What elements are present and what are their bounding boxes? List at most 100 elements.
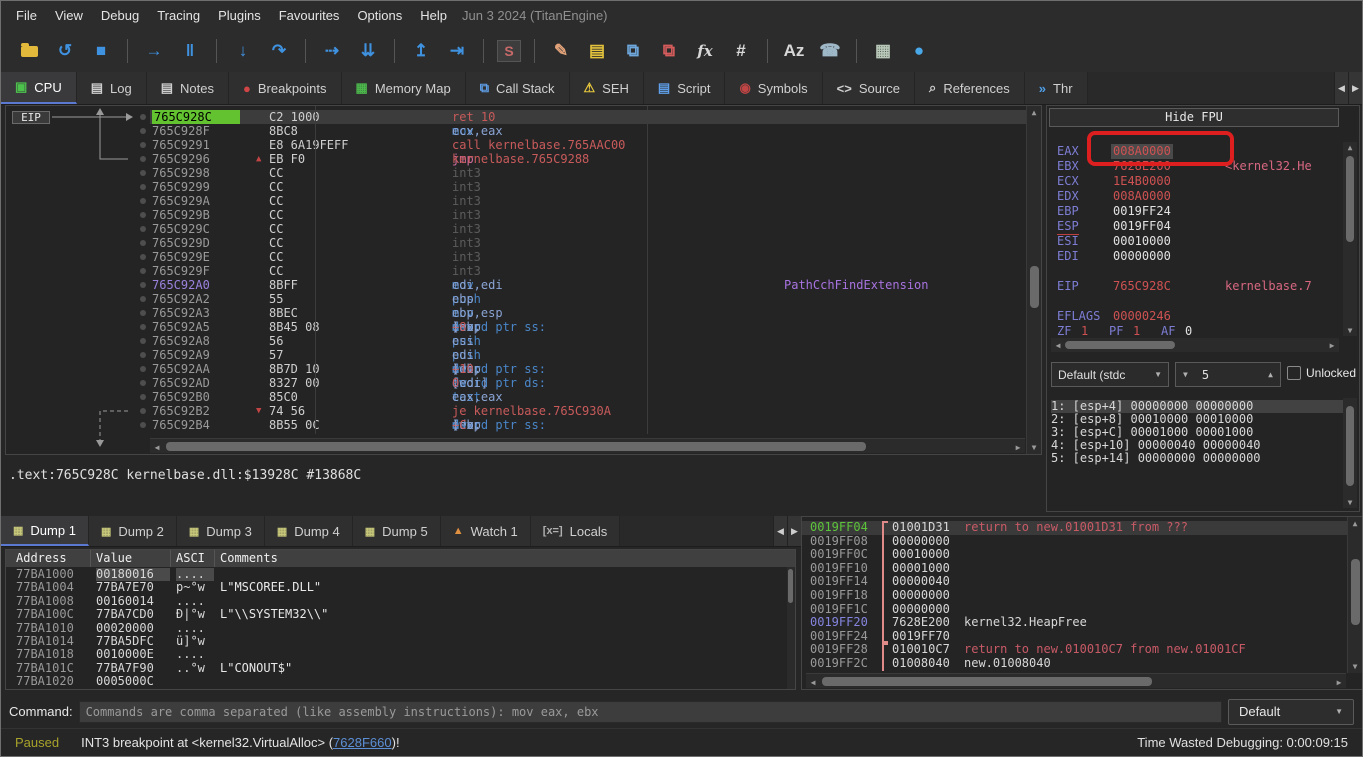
step-into-icon[interactable]: ↓ [230,40,256,62]
patch-icon[interactable]: ✎ [548,40,574,62]
tab-source[interactable]: <>Source [823,72,915,104]
menu-plugins[interactable]: Plugins [209,4,270,27]
unlocked-checkbox[interactable] [1287,366,1301,380]
dump-row[interactable]: 77BA101477BA5DFCü]°w [6,635,795,648]
label-icon[interactable]: ⧉ [620,40,646,62]
disasm-row[interactable]: 765C92A58B45 08mov eax,dword ptr ss:[ebp… [136,320,1029,334]
disasm-row[interactable]: 765C929CCCint3 [136,222,1029,236]
stack-vscrollbar[interactable]: ▲ ▼ [1347,517,1362,673]
comment-icon[interactable]: ▤ [584,40,610,62]
tab-script[interactable]: ▤Script [644,72,726,104]
tab-log[interactable]: ▤Log [77,72,147,104]
restart-icon[interactable]: ↺ [52,40,78,62]
stack-row[interactable]: 0019FF240019FF70 [802,630,1362,644]
stack-row[interactable]: 0019FF28010010C7return to new.010010C7 f… [802,643,1362,657]
tab-scroll-right-icon[interactable]: ▶ [1348,72,1362,104]
function-icon[interactable]: fx [692,40,718,62]
disasm-hscrollbar[interactable]: ◀ ▶ [150,438,1025,453]
register-row[interactable]: ESI00010000 [1047,234,1359,249]
args-vscrollbar[interactable]: ▼ [1343,398,1357,508]
register-row[interactable]: EBP0019FF24 [1047,204,1359,219]
disasm-row[interactable]: 765C929ACCint3 [136,194,1029,208]
menu-debug[interactable]: Debug [92,4,148,27]
stack-row[interactable]: 0019FF1400000040 [802,575,1362,589]
spinner-up-icon[interactable]: ▲ [1268,370,1273,379]
disasm-row[interactable]: 765C9291E8 6A19FEFFcall kernelbase.765AA… [136,138,1029,152]
stack-panel[interactable]: 0019FF0401001D31return to new.01001D31 f… [801,516,1363,690]
stack-arg-row[interactable]: 5: [esp+14] 00000000 00000000 [1051,452,1261,465]
dump-row[interactable]: 77BA100C77BA7CD0Ð|°wL"\\SYSTEM32\\" [6,608,795,621]
register-row[interactable]: ECX1E4B0000 [1047,174,1359,189]
tab-dump-1[interactable]: ▦Dump 1 [1,516,89,546]
register-row[interactable]: EIP765C928Ckernelbase.7 [1047,279,1359,294]
disasm-row[interactable]: 765C929ECCint3 [136,250,1029,264]
tab-cpu[interactable]: ▣CPU [1,72,77,104]
dump-row[interactable]: 77BA100000180016.... [6,568,795,581]
stack-row[interactable]: 0019FF2C01008040new.01008040 [802,657,1362,671]
tab-scroll-right-icon[interactable]: ▶ [787,516,801,546]
registers-vscrollbar[interactable]: ▲ ▼ [1343,142,1357,336]
stack-row[interactable]: 0019FF0C00010000 [802,548,1362,562]
disasm-row[interactable]: 765C928CC2 1000ret 10 [136,110,1029,124]
run-to-user-code-icon[interactable]: ⇥ [444,40,470,62]
stack-row[interactable]: 0019FF0401001D31return to new.01001D31 f… [802,521,1362,535]
menu-file[interactable]: File [7,4,46,27]
assemble-icon[interactable]: Az [781,40,807,62]
disasm-row[interactable]: 765C929BCCint3 [136,208,1029,222]
dump-row[interactable]: 77BA101C77BA7F90..°wL"CONOUT$" [6,662,795,675]
bookmark-icon[interactable]: ⧉ [656,40,682,62]
disassembly-panel[interactable]: EIP 765C928CC2 1000ret 10765C928F8BC8mov… [5,105,1042,455]
command-profile-select[interactable]: Default ▼ [1228,699,1354,725]
tab-seh[interactable]: ⚠SEH [570,72,644,104]
stack-row[interactable]: 0019FF0800000000 [802,535,1362,549]
hide-fpu-button[interactable]: Hide FPU [1049,108,1339,127]
disasm-row[interactable]: 765C928F8BC8mov ecx,eax [136,124,1029,138]
disasm-row[interactable]: 765C9298CCint3 [136,166,1029,180]
menu-help[interactable]: Help [411,4,456,27]
dump-vscrollbar[interactable] [787,567,795,689]
stack-row[interactable]: 0019FF1800000000 [802,589,1362,603]
open-file-icon[interactable] [16,40,42,62]
stack-row[interactable]: 0019FF207628E200kernel32.HeapFree [802,616,1362,630]
tab-locals[interactable]: [x=]Locals [531,516,620,546]
disasm-row[interactable]: 765C92B2▼74 56je kernelbase.765C930A [136,404,1029,418]
calling-convention-select[interactable]: Default (stdc ▼ [1051,362,1169,387]
menu-view[interactable]: View [46,4,92,27]
menu-tracing[interactable]: Tracing [148,4,209,27]
dump-row[interactable]: 77BA10180010000E.... [6,648,795,661]
disasm-row[interactable]: 765C92A255push ebp [136,292,1029,306]
seh-chain-icon[interactable]: S [497,40,521,62]
tab-references[interactable]: ⌕References [915,72,1025,104]
menu-favourites[interactable]: Favourites [270,4,349,27]
disasm-row[interactable]: 765C92B48B55 0Cmov edx,dword ptr ss:[ebp… [136,418,1029,432]
dump-row[interactable]: 77BA10200005000C [6,675,795,688]
pause-icon[interactable]: ‖ [177,40,203,62]
tab-call-stack[interactable]: ⧉Call Stack [466,72,570,104]
breakpoint-address-link[interactable]: 7628F660 [333,735,392,750]
disasm-vscrollbar[interactable]: ▲ ▼ [1026,106,1041,454]
register-row[interactable] [1047,264,1359,279]
stack-row[interactable]: 0019FF1C00000000 [802,603,1362,617]
tab-scroll-left-icon[interactable]: ◀ [773,516,787,546]
tab-thr[interactable]: »Thr [1025,72,1088,104]
tab-breakpoints[interactable]: ●Breakpoints [229,72,342,104]
tab-notes[interactable]: ▤Notes [147,72,229,104]
tab-scroll-left-icon[interactable]: ◀ [1334,72,1348,104]
disasm-row[interactable]: 765C9296▲EB F0jmp kernelbase.765C9288 [136,152,1029,166]
animate-over-icon[interactable]: ⇊ [355,40,381,62]
disasm-row[interactable]: 765C92A856push esi [136,334,1029,348]
disasm-row[interactable]: 765C929FCCint3 [136,264,1029,278]
disasm-row[interactable]: 765C92A08BFFmov edi,ediPathCchFindExtens… [136,278,1029,292]
command-input[interactable] [79,701,1222,723]
registers-panel[interactable]: Hide FPU EAX008A0000EBX7628E200<kernel32… [1046,105,1360,512]
tab-watch-1[interactable]: ▲Watch 1 [441,516,531,546]
tab-dump-2[interactable]: ▦Dump 2 [89,516,177,546]
dump-row[interactable]: 77BA100800160014.... [6,595,795,608]
stack-row[interactable]: 0019FF1000001000 [802,562,1362,576]
disasm-row[interactable]: 765C92B085C0test eax,eax [136,390,1029,404]
execute-till-return-icon[interactable]: ↥ [408,40,434,62]
calculator-icon[interactable]: ▦ [870,40,896,62]
register-row[interactable]: EFLAGS00000246 [1047,309,1359,324]
register-row[interactable] [1047,294,1359,309]
step-over-icon[interactable]: ↷ [266,40,292,62]
